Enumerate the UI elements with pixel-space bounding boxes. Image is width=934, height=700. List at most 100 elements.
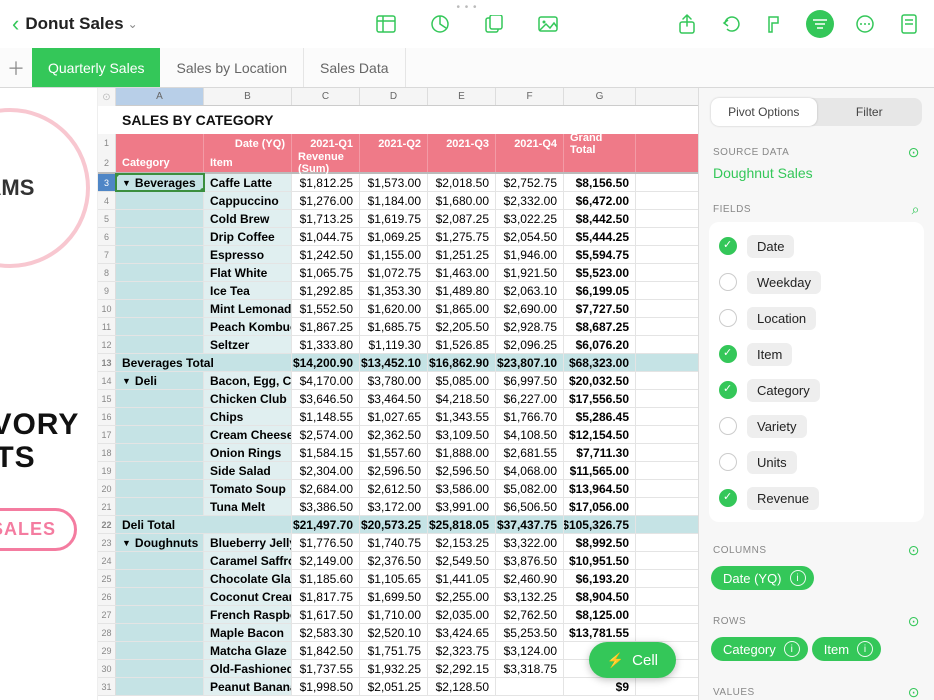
- cell[interactable]: $2,051.25: [360, 678, 428, 695]
- more-icon[interactable]: [852, 11, 878, 37]
- cell[interactable]: $17,056.00: [564, 498, 636, 515]
- cell[interactable]: $6,199.05: [564, 282, 636, 299]
- cell[interactable]: $7,727.50: [564, 300, 636, 317]
- row-header[interactable]: 29: [98, 642, 116, 659]
- cell[interactable]: $5,444.25: [564, 228, 636, 245]
- panel-tab-switcher[interactable]: Pivot Options Filter: [711, 98, 922, 126]
- row-header[interactable]: 2: [98, 154, 116, 172]
- item-cell[interactable]: Mint Lemonade: [204, 300, 292, 317]
- cell[interactable]: $8,156.50: [564, 174, 636, 191]
- category-cell[interactable]: [116, 462, 204, 479]
- item-cell[interactable]: Chicken Club: [204, 390, 292, 407]
- row-header[interactable]: 23: [98, 534, 116, 551]
- row-header[interactable]: 4: [98, 192, 116, 209]
- field-chip[interactable]: Item: [747, 343, 792, 366]
- cell-action-button[interactable]: ⚡ Cell: [589, 642, 676, 678]
- values-more-icon[interactable]: ⊙: [908, 684, 920, 700]
- document-menu-chevron-icon[interactable]: ⌄: [128, 17, 138, 31]
- cell[interactable]: $2,362.50: [360, 426, 428, 443]
- cell[interactable]: $2,054.50: [496, 228, 564, 245]
- document-title[interactable]: Donut Sales: [25, 14, 123, 34]
- item-cell[interactable]: Bacon, Egg, Cheese: [204, 372, 292, 389]
- cell[interactable]: $1,184.00: [360, 192, 428, 209]
- organize-icon[interactable]: [806, 10, 834, 38]
- item-cell[interactable]: Old-Fashioned: [204, 660, 292, 677]
- pivot-chip[interactable]: Categoryi: [711, 637, 808, 661]
- cell[interactable]: $1,865.00: [428, 300, 496, 317]
- item-cell[interactable]: Cream Cheese: [204, 426, 292, 443]
- category-cell[interactable]: ▼Deli: [116, 372, 204, 389]
- cell[interactable]: $6,506.50: [496, 498, 564, 515]
- cell[interactable]: $1,463.00: [428, 264, 496, 281]
- cell[interactable]: $23,807.10: [496, 354, 564, 371]
- field-row[interactable]: Item: [709, 336, 924, 372]
- field-row[interactable]: Date: [709, 228, 924, 264]
- cell[interactable]: $2,376.50: [360, 552, 428, 569]
- cell[interactable]: $2,255.00: [428, 588, 496, 605]
- cell[interactable]: $2,292.15: [428, 660, 496, 677]
- cell[interactable]: $5,085.00: [428, 372, 496, 389]
- cell[interactable]: $4,108.50: [496, 426, 564, 443]
- cell[interactable]: $1,552.50: [292, 300, 360, 317]
- row-header[interactable]: 13: [98, 354, 116, 371]
- cell[interactable]: $1,155.00: [360, 246, 428, 263]
- cell[interactable]: $5,523.00: [564, 264, 636, 281]
- cell[interactable]: $2,928.75: [496, 318, 564, 335]
- category-cell[interactable]: ▼Doughnuts: [116, 534, 204, 551]
- total-label[interactable]: Beverages Total: [116, 354, 292, 371]
- category-cell[interactable]: [116, 264, 204, 281]
- category-cell[interactable]: [116, 480, 204, 497]
- cell[interactable]: [496, 678, 564, 695]
- cell[interactable]: $5,286.45: [564, 408, 636, 425]
- sheet-tab[interactable]: Sales by Location: [160, 48, 304, 87]
- category-cell[interactable]: [116, 498, 204, 515]
- tab-pivot-options[interactable]: Pivot Options: [711, 98, 817, 126]
- cell[interactable]: $2,304.00: [292, 462, 360, 479]
- cell[interactable]: $2,332.00: [496, 192, 564, 209]
- category-cell[interactable]: [116, 606, 204, 623]
- cell[interactable]: $1,998.50: [292, 678, 360, 695]
- category-cell[interactable]: [116, 552, 204, 569]
- cell[interactable]: $1,921.50: [496, 264, 564, 281]
- cell[interactable]: $1,584.15: [292, 444, 360, 461]
- cell[interactable]: $1,251.25: [428, 246, 496, 263]
- field-checkbox[interactable]: [719, 345, 737, 363]
- cell[interactable]: $1,713.25: [292, 210, 360, 227]
- source-more-icon[interactable]: ⊙: [908, 144, 920, 161]
- cell[interactable]: $1,766.70: [496, 408, 564, 425]
- category-cell[interactable]: [116, 390, 204, 407]
- cell[interactable]: $2,520.10: [360, 624, 428, 641]
- cell[interactable]: $1,526.85: [428, 336, 496, 353]
- cell[interactable]: $3,424.65: [428, 624, 496, 641]
- item-cell[interactable]: Espresso: [204, 246, 292, 263]
- select-all-cell[interactable]: ⊙: [98, 88, 116, 106]
- field-chip[interactable]: Category: [747, 379, 820, 402]
- cell[interactable]: $1,044.75: [292, 228, 360, 245]
- field-checkbox[interactable]: [719, 453, 737, 471]
- cell[interactable]: $1,105.65: [360, 570, 428, 587]
- cell[interactable]: $2,752.75: [496, 174, 564, 191]
- row-header[interactable]: 11: [98, 318, 116, 335]
- undo-icon[interactable]: [718, 11, 744, 37]
- cell[interactable]: $13,452.10: [360, 354, 428, 371]
- chip-info-icon[interactable]: i: [784, 641, 800, 657]
- cell[interactable]: $3,318.75: [496, 660, 564, 677]
- cell[interactable]: $4,068.00: [496, 462, 564, 479]
- cell[interactable]: $1,751.75: [360, 642, 428, 659]
- cell[interactable]: $1,065.75: [292, 264, 360, 281]
- cell[interactable]: $3,022.25: [496, 210, 564, 227]
- format-brush-icon[interactable]: [762, 11, 788, 37]
- chip-info-icon[interactable]: i: [790, 570, 806, 586]
- cell[interactable]: $1,292.85: [292, 282, 360, 299]
- item-cell[interactable]: Onion Rings: [204, 444, 292, 461]
- field-chip[interactable]: Weekday: [747, 271, 821, 294]
- category-cell[interactable]: [116, 336, 204, 353]
- field-chip[interactable]: Location: [747, 307, 816, 330]
- row-header[interactable]: 14: [98, 372, 116, 389]
- cell[interactable]: $14,200.90: [292, 354, 360, 371]
- row-header[interactable]: 22: [98, 516, 116, 533]
- cell[interactable]: $1,740.75: [360, 534, 428, 551]
- columns-more-icon[interactable]: ⊙: [908, 542, 920, 559]
- field-checkbox[interactable]: [719, 381, 737, 399]
- cell[interactable]: $2,153.25: [428, 534, 496, 551]
